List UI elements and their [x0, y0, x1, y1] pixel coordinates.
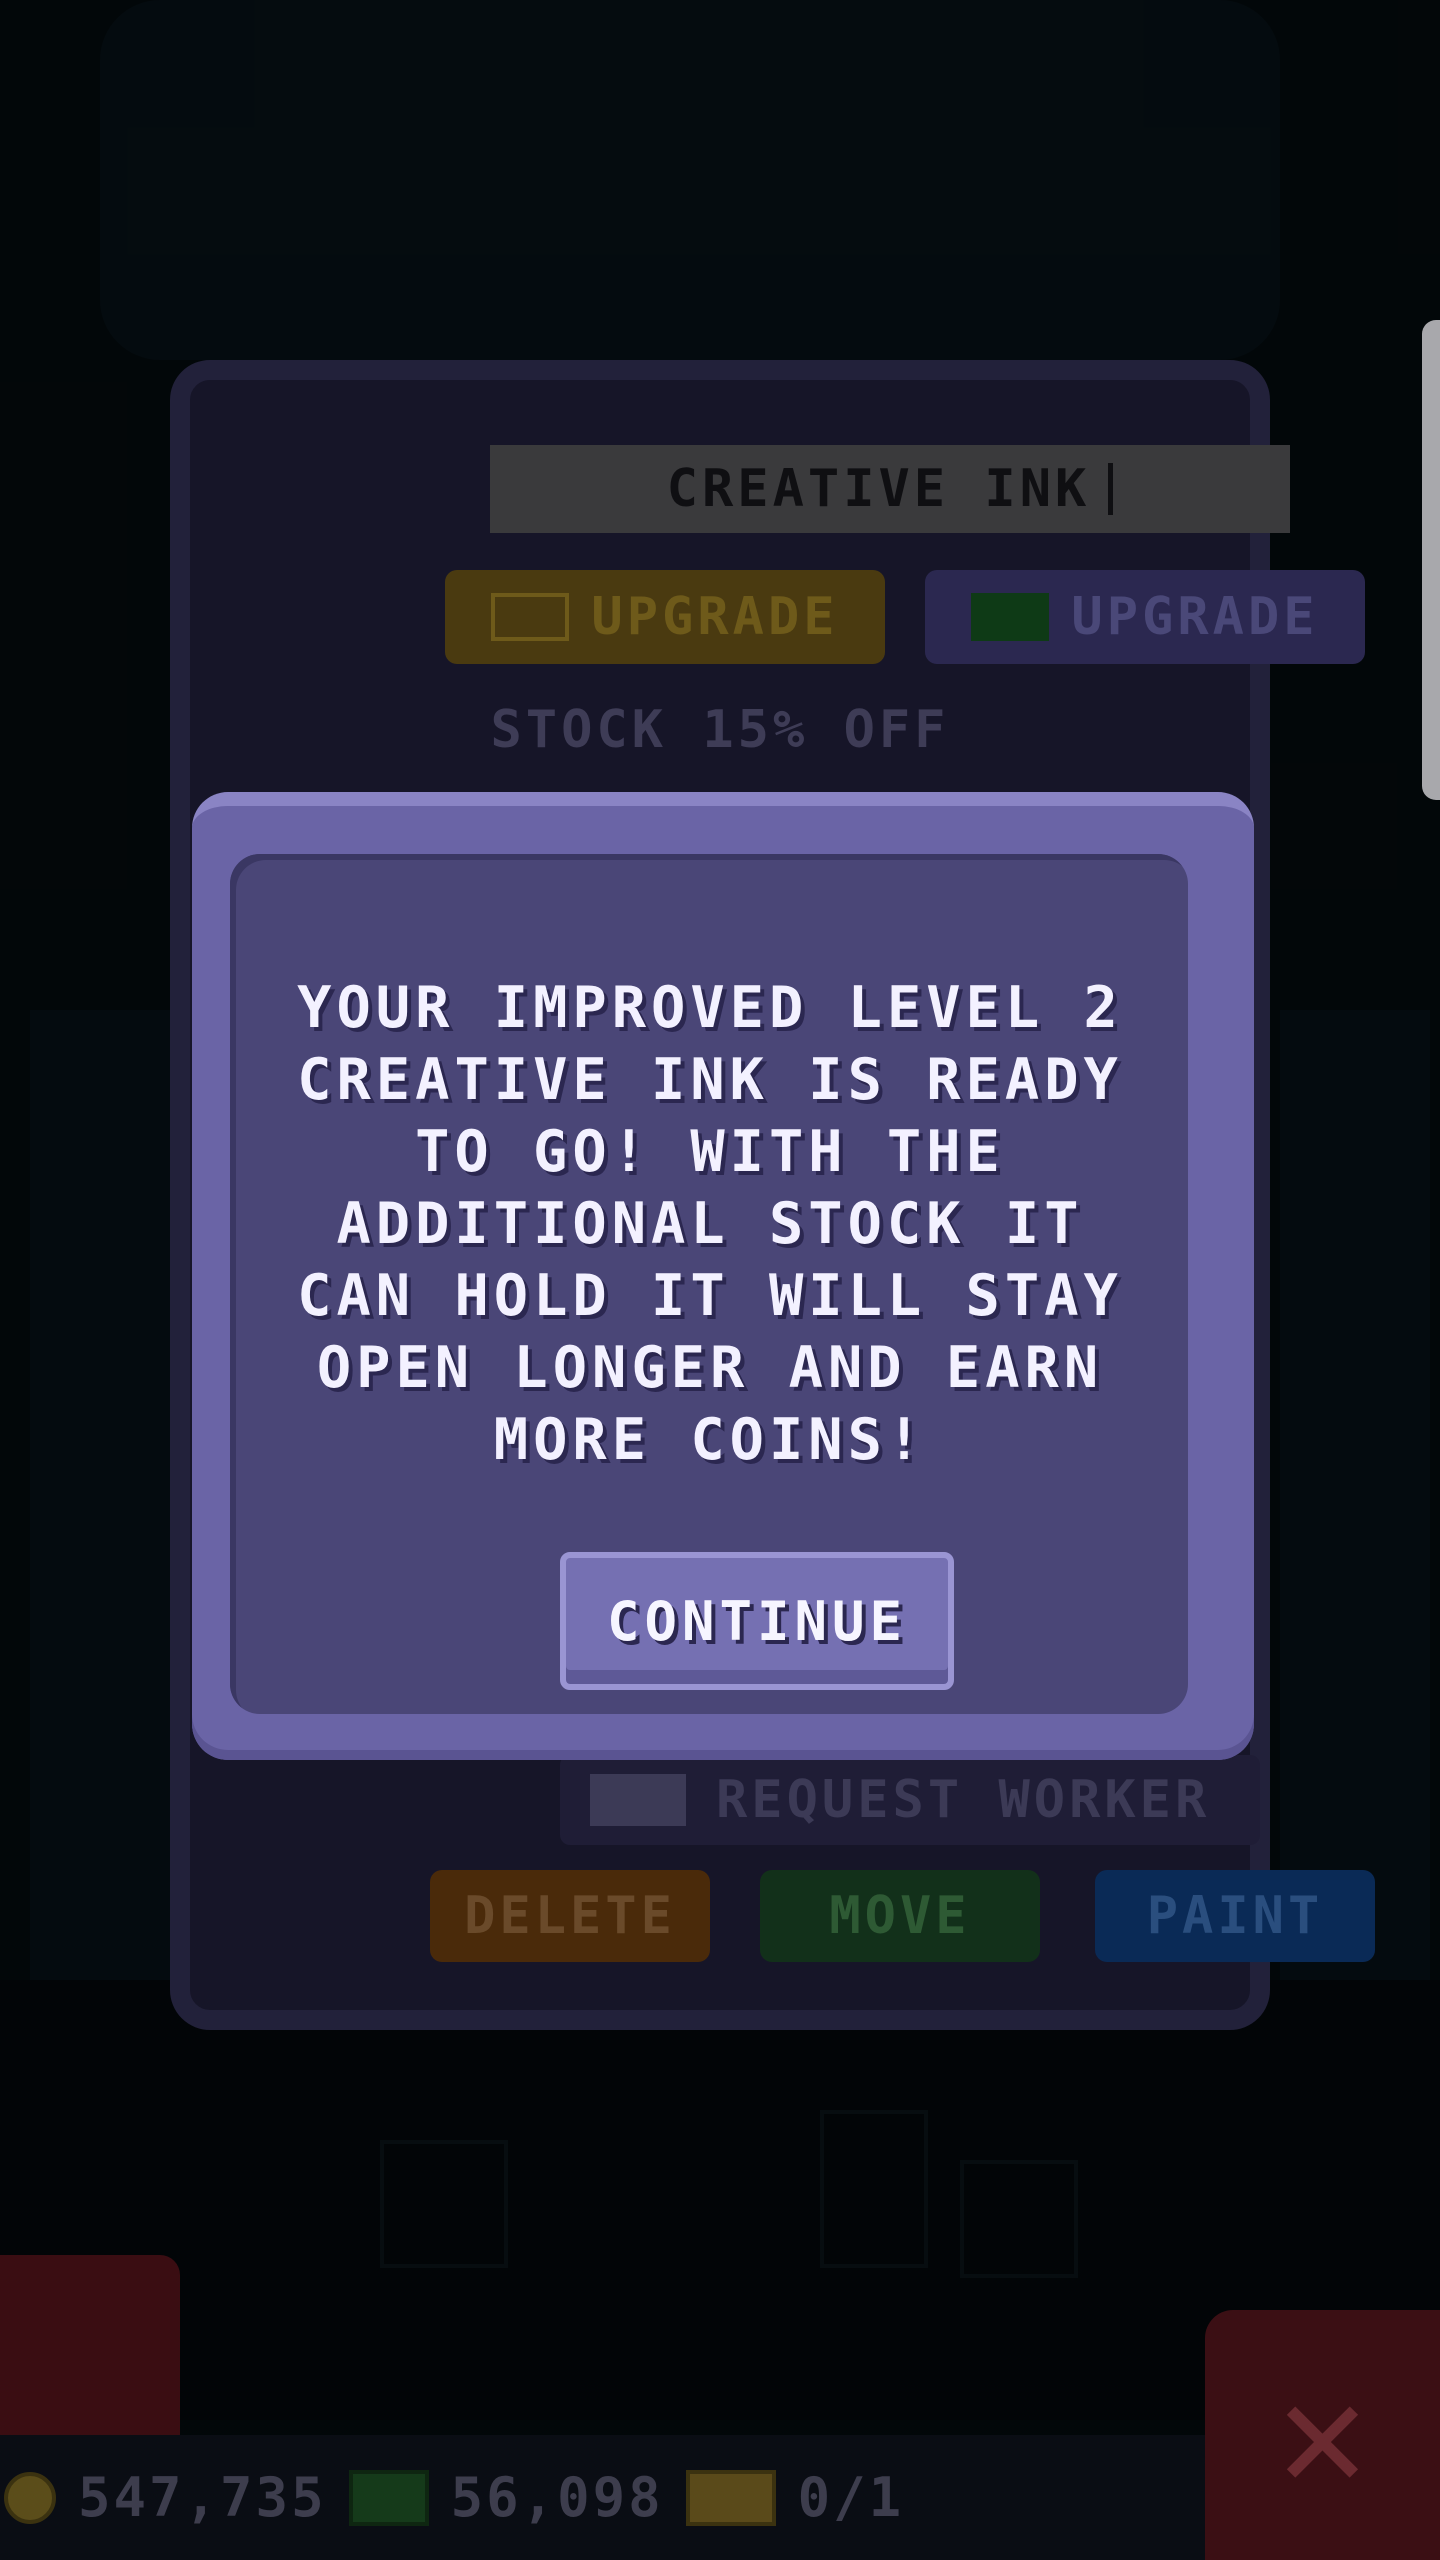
shop-name-field[interactable]: CREATIVE INK	[490, 445, 1290, 533]
worker-icon	[590, 1774, 686, 1826]
elevator-button[interactable]	[0, 2255, 180, 2435]
coin-icon	[4, 2471, 56, 2524]
move-button[interactable]: MOVE	[760, 1870, 1040, 1962]
dialog-body: YOUR IMPROVED LEVEL 2 CREATIVE INK IS RE…	[230, 854, 1188, 1714]
bux-count: 56,098	[450, 2466, 664, 2529]
request-worker-label: REQUEST WORKER	[716, 1770, 1211, 1830]
coin-count: 547,735	[78, 2466, 327, 2529]
upgrade-with-coins-button[interactable]: UPGRADE	[445, 570, 885, 664]
bux-icon	[348, 2469, 429, 2526]
paint-button[interactable]: PAINT	[1095, 1870, 1375, 1962]
upgrade-with-bux-button[interactable]: UPGRADE	[925, 570, 1365, 664]
request-worker-button[interactable]: REQUEST WORKER	[560, 1755, 1260, 1845]
shop-name: CREATIVE INK	[666, 459, 1091, 519]
stock-discount-text: STOCK 15% OFF	[490, 700, 950, 760]
bux-icon	[971, 593, 1050, 641]
continue-button[interactable]: CONTINUE	[560, 1552, 954, 1690]
close-icon: ✕	[1277, 2348, 1368, 2522]
close-button[interactable]: ✕	[1205, 2310, 1440, 2560]
ticket-count: 0/1	[797, 2466, 905, 2529]
ticket-icon	[491, 593, 570, 641]
delete-button[interactable]: DELETE	[430, 1870, 710, 1962]
currency-bar: 547,735 56,098 0/1	[0, 2435, 1210, 2560]
edge-panel-handle[interactable]	[1422, 320, 1440, 800]
upgrade-label: UPGRADE	[1071, 587, 1319, 647]
dialog-message: YOUR IMPROVED LEVEL 2 CREATIVE INK IS RE…	[297, 975, 1123, 1473]
ticket-icon	[685, 2469, 776, 2526]
upgrade-complete-dialog: YOUR IMPROVED LEVEL 2 CREATIVE INK IS RE…	[192, 792, 1254, 1760]
upgrade-label: UPGRADE	[591, 587, 839, 647]
text-caret	[1108, 463, 1114, 515]
